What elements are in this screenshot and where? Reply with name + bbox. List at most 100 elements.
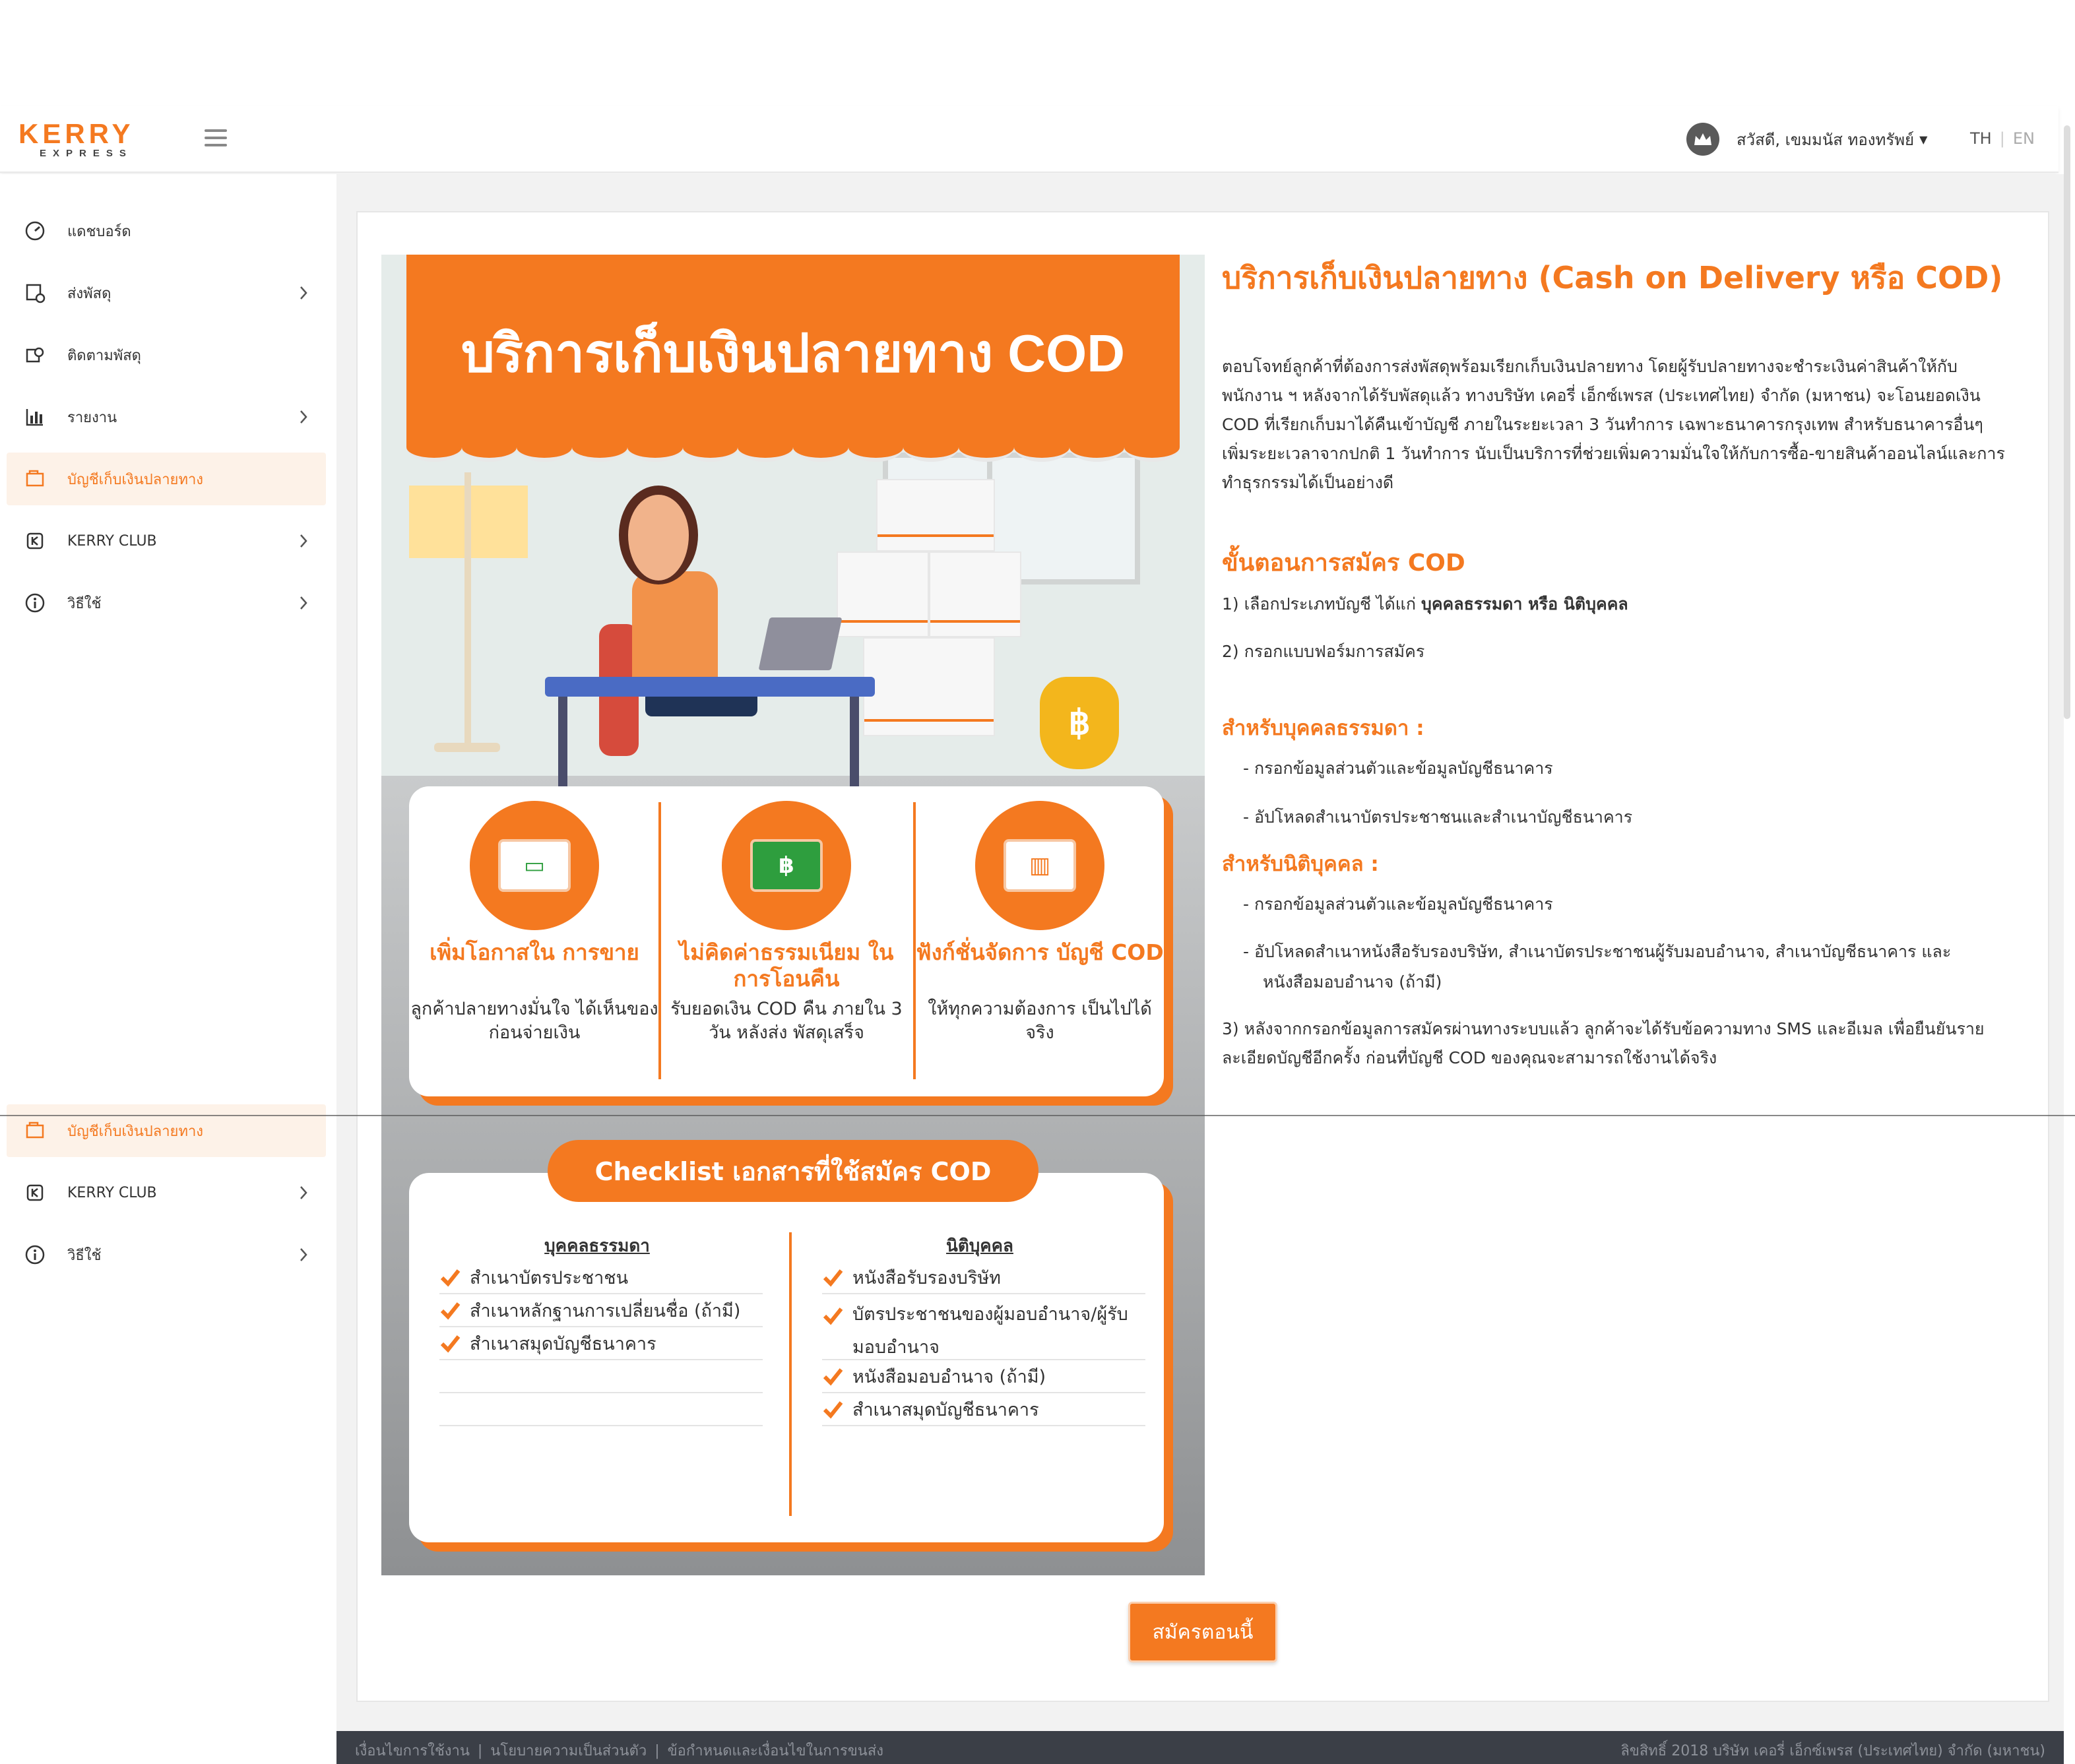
sidebar-item-label: รายงาน [67,409,117,426]
checklist-title: Checklist เอกสารที่ใช้สมัคร COD [548,1140,1038,1202]
user-menu[interactable]: สวัสดี, เขมมนัส ทองทรัพย์ ▼ [1686,123,1927,156]
individual-step: - กรอกข้อมูลส่วนตัวและข้อมูลบัญชีธนาคาร [1243,759,1553,778]
sidebar-item-cod-account[interactable]: บัญชีเก็บเงินปลายทาง [7,453,326,505]
sidebar-item-label: ติดตามพัสดุ [67,347,141,364]
footer-link-terms[interactable]: เงื่อนไขการใช้งาน [355,1743,470,1759]
features-panel: ▭ เพิ่มโอกาสใน การขาย ลูกค้าปลายทางมั่นใ… [409,786,1164,1096]
feature-desc: ลูกค้าปลายทางมั่นใจ ได้เห็นของก่อนจ่ายเง… [410,999,658,1043]
apply-now-button[interactable]: สมัครตอนนี้ [1128,1602,1277,1662]
intro-paragraph: ตอบโจทย์ลูกค้าที่ต้องการส่งพัสดุพร้อมเรี… [1222,357,2005,492]
checklist-item: สำเนาบัตรประชาชน [439,1261,763,1294]
sidebar-item-label: วิธีใช้ [67,1247,102,1264]
cod-banner-image: บริการเก็บเงินปลายทาง COD ฿ ▭ เพิ่มโอกาส… [381,255,1205,1575]
step-3: 3) หลังจากกรอกข้อมูลการสมัครผ่านทางระบบแ… [1222,1019,1985,1067]
chevron-right-icon [296,595,311,611]
checklist-item: สำเนาสมุดบัญชีธนาคาร [439,1327,763,1360]
feature-desc: รับยอดเงิน COD คืน ภายใน 3 วัน หลังส่ง พ… [670,999,903,1043]
steps-title: ขั้นตอนการสมัคร COD [1222,550,1465,577]
chevron-right-icon [296,1185,311,1201]
info-icon [24,592,46,614]
sidebar-item-track-parcel[interactable]: ติดตามพัสดุ [7,329,326,381]
top-header: KERRY EXPRESS สวัสดี, เขมมนัส ทองทรัพย์ … [0,106,2059,173]
feature-increase-sales: ▭ เพิ่มโอกาสใน การขาย ลูกค้าปลายทางมั่นใ… [409,786,660,1096]
chevron-right-icon [296,285,311,301]
banner-title: บริการเก็บเงินปลายทาง COD [461,324,1126,383]
chevron-right-icon [296,409,311,425]
page-scrollbar[interactable] [2064,125,2070,719]
feature-desc: ให้ทุกความต้องการ เป็นไปได้จริง [928,999,1152,1043]
sidebar-item-kerry-club[interactable]: KERRY CLUB [7,515,326,567]
checklist-item: หนังสือมอบอำนาจ (ถ้ามี) [822,1360,1145,1393]
sidebar-item-help-repeat[interactable]: วิธีใช้ [7,1228,326,1281]
logo-wordmark: KERRY [18,118,135,149]
sidebar-item-dashboard[interactable]: แดชบอร์ด [7,205,326,257]
checklist-item: สำเนาสมุดบัญชีธนาคาร [822,1393,1145,1426]
checklist-item: บัตรประชาชนของผู้มอบอำนาจ/ผู้รับ มอบอำนา… [822,1294,1145,1360]
kerry-club-icon [24,1181,46,1204]
laptop-illustration [758,617,843,670]
desk [545,677,875,697]
kerry-express-logo[interactable]: KERRY EXPRESS [18,120,172,160]
sidebar-item-label: บัญชีเก็บเงินปลายทาง [67,1123,204,1140]
awning-scallop [406,433,1180,462]
sidebar-item-cod-account-repeat[interactable]: บัญชีเก็บเงินปลายทาง [7,1104,326,1157]
individual-title: สำหรับบุคคลธรรมดา : [1222,716,1424,740]
lang-divider: | [1999,129,2005,148]
person-head [619,486,698,584]
sidebar-item-kerry-club-repeat[interactable]: KERRY CLUB [7,1166,326,1219]
individual-step: - อัปโหลดสำเนาบัตรประชาชนและสำเนาบัญชีธน… [1243,807,1633,827]
checklist-divider [789,1232,792,1516]
check-icon [823,1368,843,1386]
checklist-company-title: นิติบุคคล [946,1236,1013,1256]
checklist-individual-title: บุคคลธรรมดา [544,1236,650,1256]
parcel-box-icon: ▭ [470,801,599,930]
feature-title: ฟังก์ชั่นจัดการ บัญชี COD [916,939,1164,965]
checklist-empty-row [439,1393,763,1426]
cod-account-icon [24,468,46,490]
checklist-empty-row [439,1360,763,1393]
step-1: 1) เลือกประเภทบัญชี ได้แก่ บุคคลธรรมดา ห… [1222,594,1628,614]
check-icon [823,1307,843,1325]
cash-banknote-icon: ฿ [722,801,851,930]
lang-en-link[interactable]: EN [2013,129,2035,148]
lang-th-link[interactable]: TH [1970,129,1992,148]
company-step: - กรอกข้อมูลส่วนตัวและข้อมูลบัญชีธนาคาร [1243,895,1553,914]
step-2: 2) กรอกแบบฟอร์มการสมัคร [1222,642,1425,661]
user-avatar-icon [1686,123,1719,156]
footer-divider: | [654,1743,660,1759]
company-step: - อัปโหลดสำเนาหนังสือรับรองบริษัท, สำเนา… [1243,942,1952,992]
sidebar-item-label: แดชบอร์ด [67,223,131,240]
footer-link-shipping-terms[interactable]: ข้อกำหนดและเงื่อนไขในการขนส่ง [668,1743,883,1759]
chevron-right-icon [296,533,311,549]
user-greeting: สวัสดี, เขมมนัส ทองทรัพย์ [1737,130,1915,149]
page-footer: เงื่อนไขการใช้งาน | นโยบายความเป็นส่วนตัว |… [336,1731,2064,1764]
monitor-chart-icon: ▥ [975,801,1104,930]
info-icon [24,1244,46,1266]
sidebar-item-help[interactable]: วิธีใช้ [7,577,326,629]
feature-no-fee: ฿ ไม่คิดค่าธรรมเนียม ในการโอนคืน รับยอดเ… [661,786,912,1096]
logo-subtitle: EXPRESS [40,148,133,159]
sidebar-item-label: บัญชีเก็บเงินปลายทาง [67,471,204,488]
checklist-item: หนังสือรับรองบริษัท [822,1261,1145,1294]
check-icon [440,1335,461,1353]
checklist-item: สำเนาหลักฐานการเปลี่ยนชื่อ (ถ้ามี) [439,1294,763,1327]
check-icon [440,1302,461,1320]
page-title: บริการเก็บเงินปลายทาง (Cash on Delivery … [1222,260,2003,296]
footer-divider: | [477,1743,483,1759]
report-chart-icon [24,406,46,428]
sidebar-item-report[interactable]: รายงาน [7,391,326,443]
feature-manage-account: ▥ ฟังก์ชั่นจัดการ บัญชี COD ให้ทุกความต้… [914,786,1165,1096]
capture-seam-divider [0,1115,2075,1116]
check-icon [823,1401,843,1419]
sidebar-item-label: KERRY CLUB [67,1184,157,1201]
lamp-base [434,743,500,752]
send-parcel-icon [24,282,46,304]
check-icon [440,1269,461,1287]
money-bag-icon: ฿ [1040,677,1119,769]
lamp-pole [464,472,471,749]
sidebar-item-send-parcel[interactable]: ส่งพัสดุ [7,267,326,319]
menu-toggle-icon[interactable] [205,129,227,148]
footer-links: เงื่อนไขการใช้งาน | นโยบายความเป็นส่วนตัว |… [355,1739,883,1762]
track-parcel-icon [24,344,46,366]
footer-link-privacy[interactable]: นโยบายความเป็นส่วนตัว [490,1743,647,1759]
